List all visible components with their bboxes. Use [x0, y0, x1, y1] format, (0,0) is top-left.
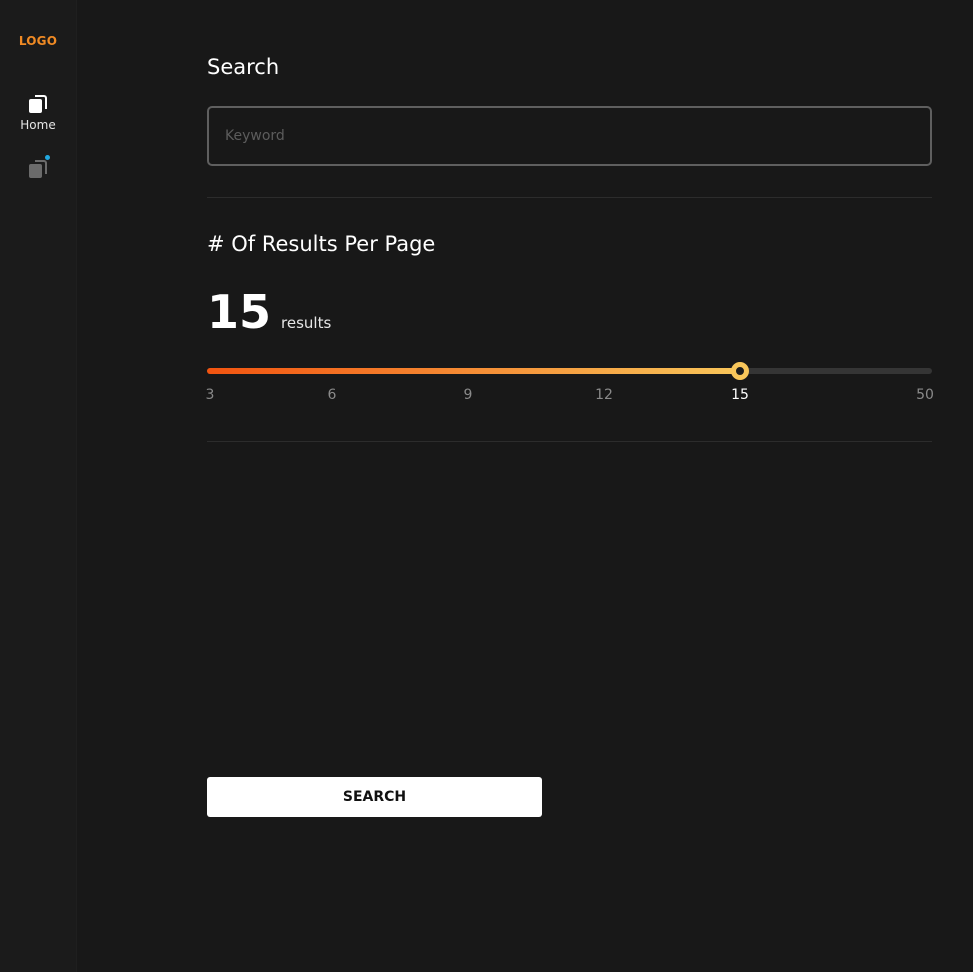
slider-tick-3[interactable]: 3	[206, 387, 215, 403]
copy-stack-icon	[27, 155, 50, 180]
logo[interactable]: LOGO	[0, 34, 76, 48]
slider-tick-15[interactable]: 15	[731, 387, 749, 403]
results-count: 15 results	[207, 284, 331, 340]
slider-ticks: 3 6 9 12 15 50	[206, 387, 934, 407]
slider-thumb[interactable]	[731, 362, 749, 380]
search-input[interactable]	[207, 106, 932, 166]
sidebar-item-secondary[interactable]	[0, 155, 76, 180]
sidebar-item-home[interactable]: Home	[0, 93, 76, 132]
slider-tick-6[interactable]: 6	[328, 387, 337, 403]
search-title: Search	[207, 55, 280, 79]
divider	[207, 197, 932, 198]
copy-stack-icon	[27, 93, 49, 115]
sidebar: LOGO Home	[0, 0, 77, 972]
results-count-unit: results	[281, 314, 332, 332]
results-count-value: 15	[207, 285, 272, 339]
slider-tick-9[interactable]: 9	[464, 387, 473, 403]
app-root: LOGO Home Search # Of Results Per Page 1…	[0, 0, 973, 972]
sidebar-item-label: Home	[20, 118, 56, 132]
slider-tick-12[interactable]: 12	[595, 387, 613, 403]
search-button[interactable]: SEARCH	[207, 777, 542, 817]
divider	[207, 441, 932, 442]
results-per-page-title: # Of Results Per Page	[207, 232, 436, 256]
notification-dot	[45, 155, 50, 160]
slider-tick-50[interactable]: 50	[916, 387, 934, 403]
slider-fill	[207, 368, 740, 374]
results-slider[interactable]	[207, 362, 932, 380]
